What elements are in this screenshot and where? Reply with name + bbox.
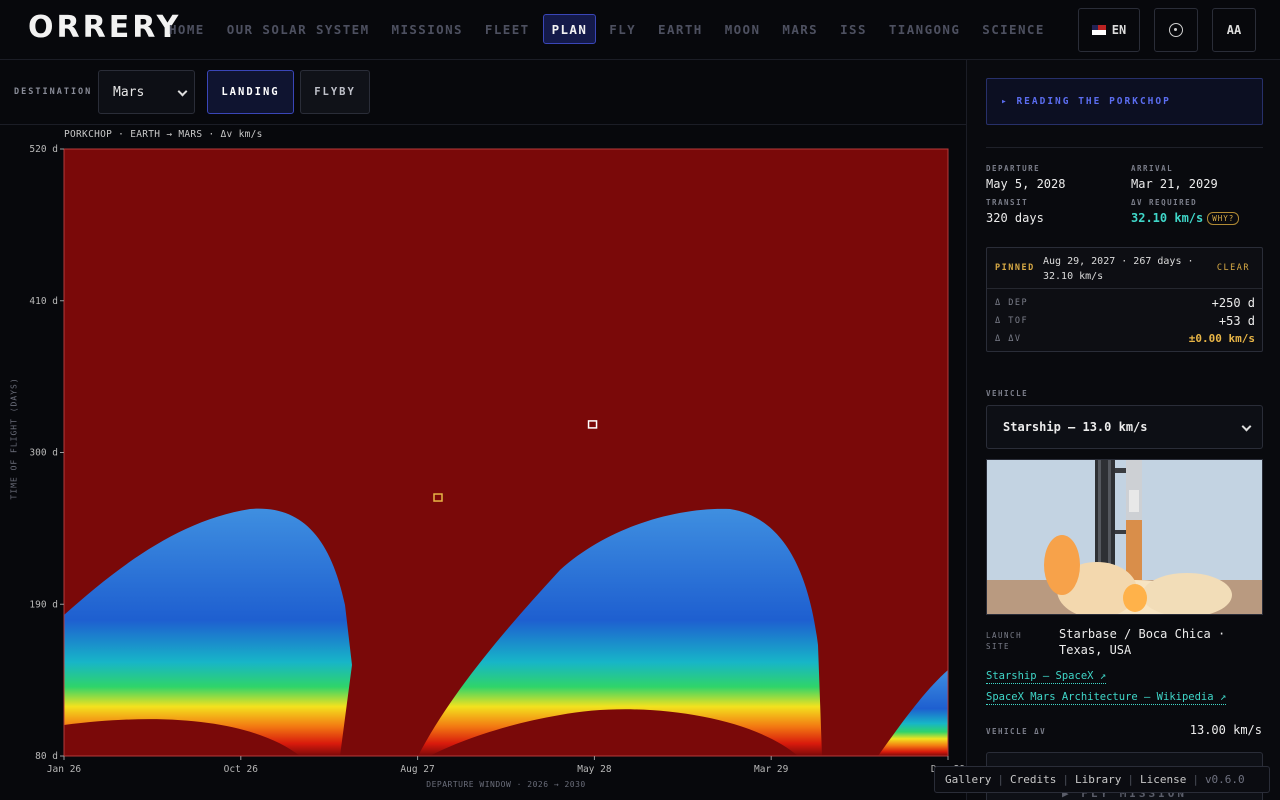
delta-dep-label: Δ DEP <box>995 298 1029 308</box>
launch-site-label: LAUNCH SITE <box>986 631 1023 651</box>
porkchop-chart: PORKCHOP · EARTH → MARS · Δv km/s TIME O… <box>0 125 966 800</box>
delta-tof-label: Δ TOF <box>995 316 1029 326</box>
arrival-stat: ARRIVAL Mar 21, 2029 <box>1131 164 1218 191</box>
nav-tiangong[interactable]: TIANGONG <box>880 14 969 44</box>
logo[interactable]: ORRERY <box>28 10 181 45</box>
divider <box>986 147 1263 148</box>
launch-site-value: Starbase / Boca Chica · Texas, USA <box>1059 627 1226 657</box>
nav-science[interactable]: SCIENCE <box>973 14 1053 44</box>
transit-stat: TRANSIT 320 days <box>986 198 1044 225</box>
destination-select[interactable]: Mars <box>98 70 195 114</box>
y-axis: 520 d 410 d 300 d 190 d 80 d <box>29 144 64 762</box>
top-bar: ORRERY HOME OUR SOLAR SYSTEM MISSIONS FL… <box>0 0 1280 60</box>
footer-separator: | <box>1127 773 1134 786</box>
footer-library-link[interactable]: Library <box>1075 773 1121 786</box>
transit-label: TRANSIT <box>986 198 1029 207</box>
starship-spacex-link[interactable]: Starship — SpaceX ↗ <box>986 670 1107 684</box>
version-label: v0.6.0 <box>1204 773 1245 786</box>
nav-mars[interactable]: MARS <box>773 14 827 44</box>
language-label: EN <box>1111 23 1127 37</box>
x-tick-label: Mar 29 <box>754 764 789 775</box>
nav-home[interactable]: HOME <box>160 14 214 44</box>
x-axis: Jan 26Oct 26Aug 27May 28Mar 29Dec 29 <box>47 756 965 775</box>
pinned-text: Aug 29, 2027 · 267 days · 32.10 km/s <box>1043 256 1194 282</box>
footer-gallery-link[interactable]: Gallery <box>945 773 991 786</box>
text-size-button[interactable]: AA <box>1212 8 1256 52</box>
language-button[interactable]: EN <box>1078 8 1140 52</box>
flyby-button[interactable]: FLYBY <box>300 70 370 114</box>
dv-value: 32.10 km/s <box>1131 211 1204 225</box>
delta-tof-row: Δ TOF +53 d <box>995 314 1255 328</box>
delta-dv-label: Δ ΔV <box>995 333 1022 344</box>
departure-value: May 5, 2028 <box>986 177 1066 191</box>
footer-separator: | <box>997 773 1004 786</box>
y-tick-label: 80 d <box>35 751 58 762</box>
arrival-label: ARRIVAL <box>1131 164 1174 173</box>
nav-iss[interactable]: ISS <box>831 14 876 44</box>
divider <box>987 288 1262 289</box>
vehicle-select[interactable]: Starship — 13.0 km/s <box>986 405 1263 449</box>
spacex-mars-wikipedia-link[interactable]: SpaceX Mars Architecture — Wikipedia ↗ <box>986 691 1227 705</box>
vehicle-dv-value: 13.00 km/s <box>1189 723 1262 737</box>
starship-launch-image <box>987 460 1262 614</box>
reading-the-porkchop-toggle[interactable]: ▸ READING THE PORKCHOP <box>986 78 1263 125</box>
nav-moon[interactable]: MOON <box>716 14 770 44</box>
footer-credits-link[interactable]: Credits <box>1010 773 1056 786</box>
target-icon <box>1169 23 1183 37</box>
delta-dep-row: Δ DEP +250 d <box>995 296 1255 310</box>
x-tick-label: Aug 27 <box>400 764 434 775</box>
dv-stat: ΔV REQUIRED 32.10 km/s WHY? <box>1131 198 1240 225</box>
transit-value: 320 days <box>986 211 1044 225</box>
vehicle-label: VEHICLE <box>986 389 1029 398</box>
footer-separator: | <box>1062 773 1069 786</box>
porkchop-plot[interactable]: 520 d 410 d 300 d 190 d 80 d Jan 26 Oct 26 Aug… <box>0 125 966 800</box>
nav-plan[interactable]: PLAN <box>542 14 597 44</box>
nav-missions[interactable]: MISSIONS <box>383 14 472 44</box>
footer-separator: | <box>1192 773 1199 786</box>
footer-license-link[interactable]: License <box>1140 773 1186 786</box>
y-tick-label: 520 d <box>29 144 58 155</box>
delta-dep-value: +250 d <box>1211 296 1255 310</box>
clear-pin-button[interactable]: CLEAR <box>1217 263 1250 273</box>
nav-fly[interactable]: FLY <box>600 14 645 44</box>
nav-fleet[interactable]: FLEET <box>476 14 539 44</box>
destination-value: Mars <box>113 84 145 100</box>
locate-button[interactable] <box>1154 8 1198 52</box>
departure-stat: DEPARTURE May 5, 2028 <box>986 164 1065 191</box>
x-tick-label: Oct 26 <box>224 764 259 775</box>
x-tick-label: Jan 26 <box>47 764 82 775</box>
vehicle-dv-label: VEHICLE ΔV <box>986 727 1047 736</box>
pinned-tag: PINNED <box>995 263 1035 273</box>
landing-button[interactable]: LANDING <box>207 70 294 114</box>
nav-our-solar-system[interactable]: OUR SOLAR SYSTEM <box>218 14 379 44</box>
y-tick-label: 410 d <box>29 296 58 307</box>
plan-toolbar: DESTINATION Mars LANDING FLYBY <box>0 60 966 125</box>
why-button[interactable]: WHY? <box>1207 212 1240 225</box>
pinned-card: PINNED Aug 29, 2027 · 267 days · 32.10 k… <box>986 247 1263 352</box>
mission-panel: ▸ READING THE PORKCHOP DEPARTURE May 5, … <box>966 60 1280 800</box>
main-nav: HOME OUR SOLAR SYSTEM MISSIONS FLEET PLA… <box>160 14 1054 44</box>
us-flag-icon <box>1091 25 1106 35</box>
delta-dv-value: ±0.00 km/s <box>1188 332 1255 345</box>
x-tick-label: May 28 <box>577 764 612 775</box>
chevron-down-icon <box>177 86 188 97</box>
vehicle-value: Starship — 13.0 km/s <box>1003 420 1148 434</box>
dv-row: 32.10 km/s WHY? <box>1131 211 1240 225</box>
dv-label: ΔV REQUIRED <box>1131 198 1198 207</box>
departure-label: DEPARTURE <box>986 164 1041 173</box>
footer: Gallery | Credits | Library | License | … <box>934 766 1270 793</box>
destination-label: DESTINATION <box>14 87 93 97</box>
vehicle-photo <box>986 459 1263 615</box>
arrival-value: Mar 21, 2029 <box>1131 177 1218 191</box>
delta-dv-row: Δ ΔV ±0.00 km/s <box>995 332 1255 345</box>
delta-tof-value: +53 d <box>1218 314 1255 328</box>
y-tick-label: 190 d <box>29 599 58 610</box>
nav-earth[interactable]: EARTH <box>649 14 712 44</box>
y-tick-label: 300 d <box>29 448 58 459</box>
chevron-down-icon <box>1241 421 1252 432</box>
